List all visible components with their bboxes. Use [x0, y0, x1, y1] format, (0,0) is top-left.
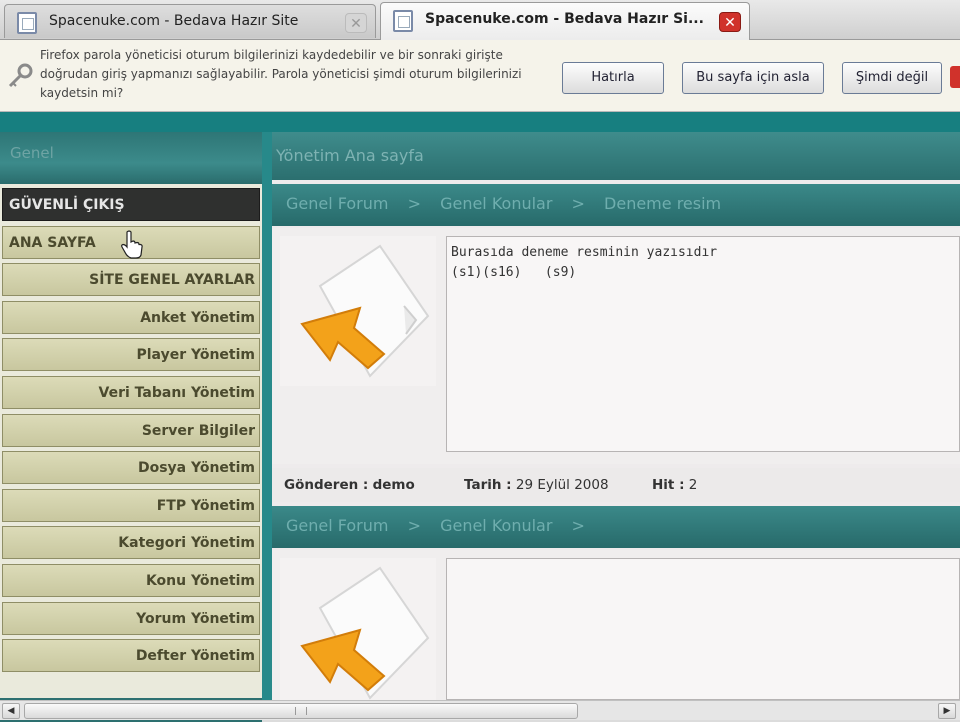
sender-name: demo: [372, 477, 415, 493]
sidebar-item-site-settings[interactable]: SİTE GENEL AYARLAR: [2, 263, 260, 297]
grip-icon: [295, 707, 307, 715]
post: [272, 550, 960, 708]
page: Genel GÜVENLİ ÇIKIŞ ANA SAYFA SİTE GENEL…: [0, 112, 960, 722]
breadcrumb-link[interactable]: Genel Forum: [286, 516, 388, 535]
notification-message: Firefox parola yöneticisi oturum bilgile…: [40, 48, 522, 100]
date-info: Tarih : 29 Eylül 2008: [464, 477, 609, 493]
main-content: Yönetim Ana sayfa Genel Forum > Genel Ko…: [272, 132, 960, 708]
key-icon: [6, 62, 34, 90]
tab-title: Spacenuke.com - Bedava Hazır Si...: [425, 11, 704, 27]
date-label: Tarih :: [464, 477, 512, 493]
close-icon[interactable]: [950, 66, 960, 88]
remember-button[interactable]: Hatırla: [562, 62, 664, 94]
breadcrumb-separator: >: [407, 516, 421, 535]
scroll-right-icon[interactable]: ▶: [938, 703, 956, 719]
post-meta: Gönderen : demo Tarih : 29 Eylül 2008 Hi…: [272, 468, 960, 502]
page-icon: [393, 10, 413, 32]
breadcrumb: Genel Forum > Genel Konular > Deneme res…: [272, 184, 960, 226]
hit-info: Hit : 2: [652, 477, 697, 493]
image-placeholder-icon: [280, 236, 436, 386]
horizontal-scrollbar[interactable]: ◀ ▶: [0, 700, 960, 720]
post-text-line: (s1)(s16) (s9): [451, 265, 577, 280]
password-notification-bar: Firefox parola yöneticisi oturum bilgile…: [0, 40, 960, 112]
sidebar-item-category[interactable]: Kategori Yönetim: [2, 526, 260, 560]
breadcrumb-separator: >: [407, 194, 421, 213]
post-text: [446, 558, 960, 700]
hand-cursor-icon: [121, 230, 143, 259]
breadcrumb-link[interactable]: Genel Forum: [286, 194, 388, 213]
sidebar-item-comment[interactable]: Yorum Yönetim: [2, 601, 260, 635]
breadcrumb: Genel Forum > Genel Konular >: [272, 506, 960, 548]
breadcrumb-link[interactable]: Genel Konular: [440, 516, 552, 535]
tab-active[interactable]: Spacenuke.com - Bedava Hazır Si... ✕: [380, 2, 750, 40]
tab-title: Spacenuke.com - Bedava Hazır Site: [49, 13, 299, 29]
post-date: 29 Eylül 2008: [515, 477, 609, 493]
not-now-button[interactable]: Şimdi değil: [842, 62, 942, 94]
sender-label: Gönderen :: [284, 477, 369, 493]
breadcrumb-link[interactable]: Deneme resim: [604, 194, 721, 213]
scroll-left-icon[interactable]: ◀: [2, 703, 20, 719]
hit-label: Hit :: [652, 477, 685, 493]
sidebar-item-ftp[interactable]: FTP Yönetim: [2, 488, 260, 522]
close-icon[interactable]: ✕: [719, 12, 741, 32]
sidebar-item-server-info[interactable]: Server Bilgiler: [2, 413, 260, 447]
post-text: Burasıda deneme resminin yazısıdır (s1)(…: [446, 236, 960, 452]
breadcrumb-separator: >: [571, 194, 585, 213]
tab-bar: Spacenuke.com - Bedava Hazır Site ✕ Spac…: [0, 0, 960, 40]
page-icon: [17, 12, 37, 34]
close-icon[interactable]: ✕: [345, 13, 367, 33]
sidebar-item-logout[interactable]: GÜVENLİ ÇIKIŞ: [2, 188, 260, 221]
tab-inactive[interactable]: Spacenuke.com - Bedava Hazır Site ✕: [4, 4, 376, 38]
top-stripe: [0, 112, 960, 132]
sidebar-item-files[interactable]: Dosya Yönetim: [2, 451, 260, 485]
sidebar-item-guestbook[interactable]: Defter Yönetim: [2, 639, 260, 673]
never-for-site-button[interactable]: Bu sayfa için asla: [682, 62, 824, 94]
sidebar-menu: GÜVENLİ ÇIKIŞ ANA SAYFA SİTE GENEL AYARL…: [0, 188, 262, 677]
post: Burasıda deneme resminin yazısıdır (s1)(…: [272, 228, 960, 464]
column-divider: [262, 132, 272, 700]
scrollbar-thumb[interactable]: [24, 703, 578, 719]
page-title: Yönetim Ana sayfa: [272, 132, 960, 180]
post-text-line: Burasıda deneme resminin yazısıdır: [451, 245, 718, 260]
sidebar-item-topic[interactable]: Konu Yönetim: [2, 563, 260, 597]
sidebar-header: Genel: [0, 132, 262, 184]
breadcrumb-link[interactable]: Genel Konular: [440, 194, 552, 213]
sidebar: Genel GÜVENLİ ÇIKIŞ ANA SAYFA SİTE GENEL…: [0, 132, 262, 722]
image-placeholder-icon: [280, 558, 436, 708]
sender-info: Gönderen : demo: [284, 477, 415, 493]
breadcrumb-separator: >: [571, 516, 585, 535]
sidebar-item-poll[interactable]: Anket Yönetim: [2, 300, 260, 334]
sidebar-item-player[interactable]: Player Yönetim: [2, 338, 260, 372]
hit-count: 2: [688, 477, 698, 493]
sidebar-item-database[interactable]: Veri Tabanı Yönetim: [2, 375, 260, 409]
